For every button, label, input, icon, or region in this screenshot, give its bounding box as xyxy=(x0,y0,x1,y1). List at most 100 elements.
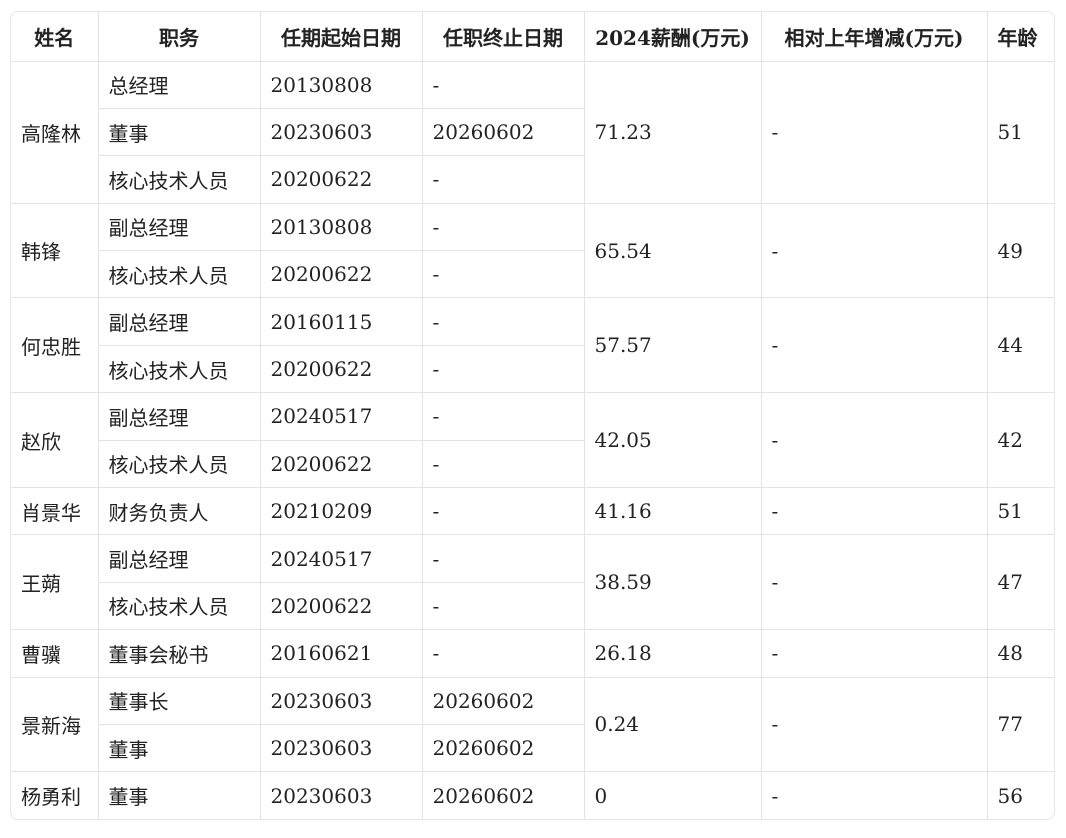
role-title: 副总经理 xyxy=(97,297,261,346)
person-age: 42 xyxy=(986,392,1054,489)
role-title: 核心技术人员 xyxy=(98,344,261,394)
person-age: 44 xyxy=(986,297,1054,394)
role-start-date: 20240517 xyxy=(259,392,423,441)
person-salary: 65.54 xyxy=(583,202,762,299)
person-change: - xyxy=(760,676,988,773)
person-name: 肖景华 xyxy=(11,487,99,536)
person-salary: 26.18 xyxy=(583,629,762,678)
table-row: 高隆林 总经理 20130808-71.23-51 xyxy=(11,60,1054,204)
role-title: 核心技术人员 xyxy=(98,250,261,299)
header-row: 姓名 职务 任期起始日期 任职终止日期 2024薪酬(万元) 相对上年增减(万元… xyxy=(11,12,1054,62)
role-start-date: 20130808 xyxy=(259,202,423,252)
person-name: 景新海 xyxy=(11,676,99,773)
table-row: 韩锋 副总经理 20130808-65.54-49 xyxy=(11,202,1054,299)
person-age: 56 xyxy=(986,771,1054,820)
table-row: 曹骥 董事会秘书 20160621-26.18-48 xyxy=(11,629,1054,678)
table-row: 景新海 董事长 20230603 20260602 0.24-77 xyxy=(11,676,1054,773)
person-change: - xyxy=(760,534,988,631)
role-title: 副总经理 xyxy=(97,202,261,252)
person-age: 47 xyxy=(986,534,1054,631)
role-end-date: 20260602 xyxy=(421,107,584,157)
person-name: 何忠胜 xyxy=(11,297,99,394)
person-age: 77 xyxy=(986,676,1054,773)
person-salary: 38.59 xyxy=(583,534,762,631)
table-row: 肖景华 财务负责人 20210209-41.16-51 xyxy=(11,487,1054,536)
person-change: - xyxy=(760,771,988,820)
role-start-date: 20230603 xyxy=(259,676,423,725)
table-row: 杨勇利 董事 20230603 20260602 0-56 xyxy=(11,771,1054,820)
role-start-date: 20230603 xyxy=(259,107,423,157)
role-end-date: 20260602 xyxy=(421,676,585,725)
header-salary: 2024薪酬(万元) xyxy=(583,12,762,62)
header-name: 姓名 xyxy=(11,12,99,62)
role-title: 总经理 xyxy=(97,60,261,109)
role-end-date: 20260602 xyxy=(421,723,584,773)
table-row: 王蒴 副总经理 20240517-38.59-47 xyxy=(11,534,1054,631)
person-salary: 0.24 xyxy=(583,676,762,773)
role-title: 董事 xyxy=(98,107,261,157)
person-name: 韩锋 xyxy=(11,202,99,299)
person-age: 48 xyxy=(986,629,1054,678)
person-change: - xyxy=(760,392,988,489)
role-start-date: 20210209 xyxy=(259,487,423,536)
person-age: 51 xyxy=(986,487,1054,536)
role-start-date: 20160621 xyxy=(259,629,423,678)
role-title: 董事 xyxy=(97,771,261,820)
role-end-date: - xyxy=(421,344,584,394)
role-title: 董事长 xyxy=(97,676,261,725)
person-change: - xyxy=(760,297,988,394)
person-name: 曹骥 xyxy=(11,629,99,678)
header-position: 职务 xyxy=(97,12,261,62)
role-end-date: - xyxy=(421,581,584,631)
compensation-table: 姓名 职务 任期起始日期 任职终止日期 2024薪酬(万元) 相对上年增减(万元… xyxy=(11,12,1054,820)
person-name: 王蒴 xyxy=(11,534,99,631)
person-name: 高隆林 xyxy=(11,60,99,204)
role-end-date: 20260602 xyxy=(421,771,585,820)
role-end-date: - xyxy=(421,392,585,441)
role-end-date: - xyxy=(421,297,585,346)
role-end-date: - xyxy=(421,629,585,678)
role-title: 董事会秘书 xyxy=(97,629,261,678)
person-name: 赵欣 xyxy=(11,392,99,489)
header-change: 相对上年增减(万元) xyxy=(760,12,988,62)
role-title: 副总经理 xyxy=(97,392,261,441)
role-start-date: 20230603 xyxy=(259,723,423,773)
role-start-date: 20130808 xyxy=(259,60,423,109)
header-age: 年龄 xyxy=(986,12,1054,62)
person-age: 51 xyxy=(986,60,1054,204)
header-end-date: 任职终止日期 xyxy=(421,12,585,62)
person-salary: 41.16 xyxy=(583,487,762,536)
role-start-date: 20200622 xyxy=(259,155,423,204)
person-salary: 0 xyxy=(583,771,762,820)
role-end-date: - xyxy=(421,439,584,489)
table-row: 何忠胜 副总经理 20160115-57.57-44 xyxy=(11,297,1054,394)
person-salary: 57.57 xyxy=(583,297,762,394)
role-start-date: 20200622 xyxy=(259,344,423,394)
person-change: - xyxy=(760,629,988,678)
role-start-date: 20200622 xyxy=(259,581,423,631)
table-body: 高隆林 总经理 20130808-71.23-51 董事 20230603 2026060… xyxy=(11,60,1054,820)
role-end-date: - xyxy=(421,534,585,583)
header-start-date: 任期起始日期 xyxy=(259,12,423,62)
role-start-date: 20240517 xyxy=(259,534,423,583)
role-end-date: - xyxy=(421,155,584,204)
role-title: 核心技术人员 xyxy=(98,581,261,631)
table-row: 赵欣 副总经理 20240517-42.05-42 xyxy=(11,392,1054,489)
person-age: 49 xyxy=(986,202,1054,299)
role-start-date: 20200622 xyxy=(259,250,423,299)
role-end-date: - xyxy=(421,202,585,252)
role-end-date: - xyxy=(421,250,584,299)
compensation-table-card: 姓名 职务 任期起始日期 任职终止日期 2024薪酬(万元) 相对上年增减(万元… xyxy=(10,11,1055,821)
role-end-date: - xyxy=(421,487,585,536)
role-end-date: - xyxy=(421,60,585,109)
role-title: 财务负责人 xyxy=(97,487,261,536)
person-name: 杨勇利 xyxy=(11,771,99,820)
role-title: 副总经理 xyxy=(97,534,261,583)
role-title: 核心技术人员 xyxy=(98,155,261,204)
person-change: - xyxy=(760,202,988,299)
person-salary: 42.05 xyxy=(583,392,762,489)
role-start-date: 20230603 xyxy=(259,771,423,820)
role-title: 核心技术人员 xyxy=(98,439,261,489)
role-start-date: 20200622 xyxy=(259,439,423,489)
person-salary: 71.23 xyxy=(583,60,762,204)
